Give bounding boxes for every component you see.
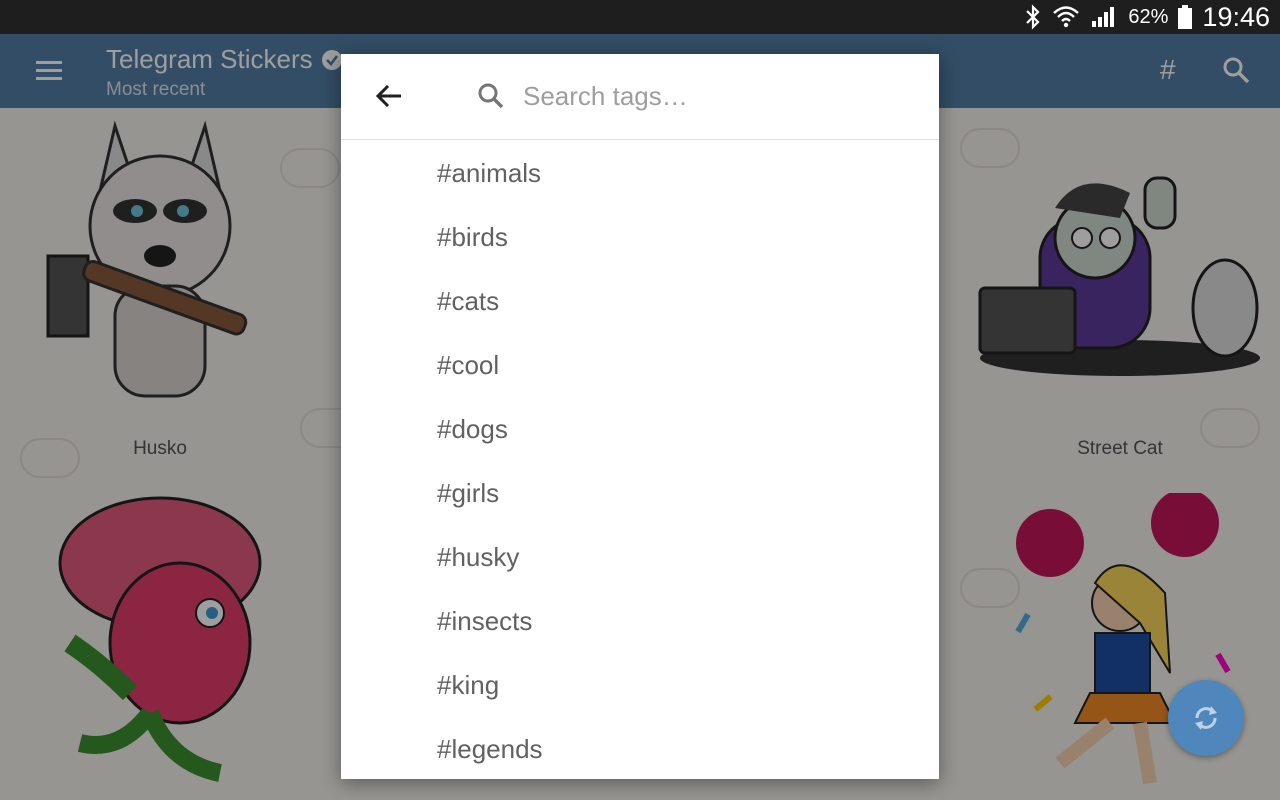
tag-item[interactable]: #husky bbox=[341, 525, 939, 589]
tag-search-dialog: #animals #birds #cats #cool #dogs #girls… bbox=[341, 54, 939, 779]
tag-list: #animals #birds #cats #cool #dogs #girls… bbox=[341, 141, 939, 779]
battery-icon bbox=[1178, 5, 1193, 29]
clock: 19:46 bbox=[1202, 1, 1270, 32]
tag-item[interactable]: #dogs bbox=[341, 397, 939, 461]
tag-item[interactable]: #animals bbox=[341, 141, 939, 205]
back-arrow-icon[interactable] bbox=[375, 82, 403, 110]
dialog-header bbox=[341, 54, 939, 140]
tag-search-input[interactable] bbox=[523, 74, 913, 118]
refresh-fab[interactable] bbox=[1168, 680, 1244, 756]
bluetooth-icon bbox=[1026, 4, 1040, 30]
status-icons: 62% 19:46 bbox=[1024, 0, 1280, 34]
tag-item[interactable]: #insects bbox=[341, 589, 939, 653]
refresh-icon bbox=[1195, 706, 1217, 730]
tag-item[interactable]: #cool bbox=[341, 333, 939, 397]
signal-icon bbox=[1092, 7, 1115, 27]
wifi-icon bbox=[1053, 6, 1080, 28]
status-bar: 62% 19:46 bbox=[0, 0, 1280, 34]
search-icon bbox=[478, 83, 504, 109]
tag-item[interactable]: #legends bbox=[341, 717, 939, 779]
tag-item[interactable]: #cats bbox=[341, 269, 939, 333]
tag-item[interactable]: #birds bbox=[341, 205, 939, 269]
tag-item[interactable]: #girls bbox=[341, 461, 939, 525]
battery-percent: 62% bbox=[1128, 5, 1169, 28]
tag-item[interactable]: #king bbox=[341, 653, 939, 717]
